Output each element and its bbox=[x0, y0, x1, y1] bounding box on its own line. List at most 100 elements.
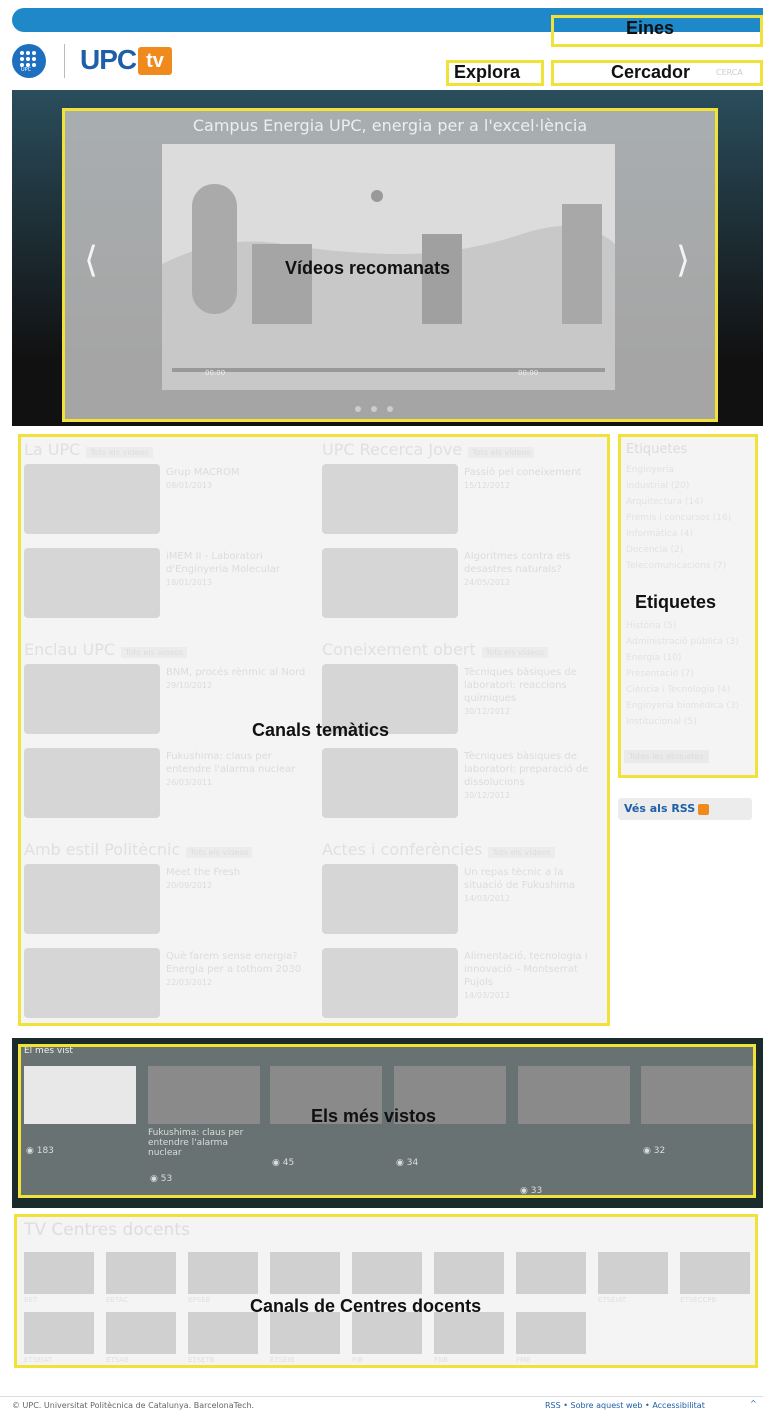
carousel-dots[interactable] bbox=[355, 406, 393, 412]
tag-item[interactable]: Presentació (7) bbox=[626, 666, 739, 682]
centre-thumbnail[interactable] bbox=[516, 1252, 586, 1294]
tag-item[interactable]: Premis i concursos (16) bbox=[626, 510, 739, 526]
channel-title[interactable]: UPC Recerca Jove Tots els vídeos bbox=[322, 440, 535, 459]
video-item[interactable]: Tècniques bàsiques de laboratori: prepar… bbox=[464, 750, 604, 802]
centre-thumbnail[interactable] bbox=[680, 1252, 750, 1294]
centre-thumbnail[interactable] bbox=[434, 1252, 504, 1294]
channel-title[interactable]: Amb estil Politècnic Tots els vídeos bbox=[24, 840, 253, 859]
centre-code[interactable]: FNB bbox=[434, 1356, 448, 1364]
centre-code[interactable]: ETSEIB bbox=[270, 1356, 294, 1364]
rss-icon bbox=[698, 803, 710, 815]
channel-title[interactable]: Enclau UPC Tots els vídeos bbox=[24, 640, 188, 659]
tag-item[interactable]: Energia (10) bbox=[626, 650, 739, 666]
centre-thumbnail[interactable] bbox=[24, 1252, 94, 1294]
all-tags-button[interactable]: Totes les etiquetes bbox=[624, 750, 709, 763]
video-item[interactable]: Un repas tècnic a la situació de Fukushi… bbox=[464, 866, 604, 905]
carousel-next-button[interactable]: ⟩ bbox=[676, 240, 690, 281]
video-item[interactable]: Algoritmes contra els desastres naturals… bbox=[464, 550, 604, 589]
centre-thumbnail[interactable] bbox=[188, 1252, 258, 1294]
centre-thumbnail[interactable] bbox=[352, 1252, 422, 1294]
scroll-top-icon[interactable]: ^ bbox=[750, 1399, 757, 1408]
centre-thumbnail[interactable] bbox=[598, 1252, 668, 1294]
most-seen-title: El més vist bbox=[24, 1046, 73, 1056]
centre-thumbnail[interactable] bbox=[106, 1312, 176, 1354]
view-count: ◉ 33 bbox=[520, 1186, 543, 1196]
centre-thumbnail[interactable] bbox=[270, 1312, 340, 1354]
logo-separator bbox=[64, 44, 65, 78]
video-item[interactable]: Grup MACROM 08/01/2013 bbox=[166, 466, 306, 492]
centre-thumbnail[interactable] bbox=[434, 1312, 504, 1354]
centre-code[interactable]: ETSETB bbox=[188, 1356, 215, 1364]
centre-code[interactable]: FIB bbox=[352, 1356, 363, 1364]
tag-item[interactable]: Institucional (5) bbox=[626, 714, 739, 730]
video-item[interactable]: iMEM II - Laboratori d'Enginyeria Molecu… bbox=[166, 550, 306, 589]
tag-item[interactable]: Ciència i Tecnologia (4) bbox=[626, 682, 739, 698]
centre-code[interactable]: ETSAB bbox=[106, 1356, 129, 1364]
view-count: ◉ 183 bbox=[26, 1146, 54, 1156]
video-item[interactable]: Fukushima: claus per entendre l'alarma n… bbox=[166, 750, 306, 789]
video-item[interactable]: Què farem sense energia? Energia per a t… bbox=[166, 950, 306, 989]
centre-thumbnail[interactable] bbox=[188, 1312, 258, 1354]
video-thumbnail[interactable] bbox=[24, 548, 160, 618]
tag-item[interactable]: Enginyeria biomèdica (3) bbox=[626, 698, 739, 714]
centre-code[interactable]: ETSEIAT bbox=[598, 1296, 626, 1304]
footer-links[interactable]: RSS • Sobre aquest web • Accessibilitat bbox=[545, 1401, 705, 1410]
channel-title[interactable]: Actes i conferències Tots els vídeos bbox=[322, 840, 555, 859]
tv-logo-badge[interactable]: tv bbox=[138, 47, 172, 75]
most-seen-thumbnail[interactable] bbox=[641, 1066, 753, 1124]
channel-title[interactable]: Coneixement obert Tots els vídeos bbox=[322, 640, 548, 659]
centre-thumbnail[interactable] bbox=[270, 1252, 340, 1294]
centre-code[interactable]: EPSEB bbox=[188, 1296, 210, 1304]
most-seen-thumbnail[interactable] bbox=[148, 1066, 260, 1124]
video-item[interactable]: BNM, procés rènmic al Nord 29/10/2012 bbox=[166, 666, 306, 692]
player-time-right: 00:00 bbox=[518, 369, 539, 377]
centre-code[interactable]: FME bbox=[516, 1356, 531, 1364]
centre-code[interactable]: ETSEIAT bbox=[24, 1356, 52, 1364]
video-thumbnail[interactable] bbox=[322, 748, 458, 818]
most-seen-thumbnail[interactable] bbox=[518, 1066, 630, 1124]
centre-code[interactable]: EETAC bbox=[106, 1296, 128, 1304]
most-seen-thumbnail[interactable] bbox=[24, 1066, 136, 1124]
video-thumbnail[interactable] bbox=[24, 748, 160, 818]
video-item[interactable]: Meet the Fresh 20/09/2012 bbox=[166, 866, 306, 892]
upc-seal-logo[interactable]: UPC bbox=[12, 44, 46, 78]
carousel-prev-button[interactable]: ⟨ bbox=[84, 240, 98, 281]
video-item[interactable]: Alimentació, tecnologia i innovació – Mo… bbox=[464, 950, 604, 1002]
video-thumbnail[interactable] bbox=[322, 864, 458, 934]
rss-button[interactable]: Vés als RSS bbox=[618, 798, 752, 820]
video-thumbnail[interactable] bbox=[24, 864, 160, 934]
view-count: ◉ 34 bbox=[396, 1158, 419, 1168]
centre-thumbnail[interactable] bbox=[516, 1312, 586, 1354]
video-thumbnail[interactable] bbox=[322, 464, 458, 534]
centre-thumbnail[interactable] bbox=[352, 1312, 422, 1354]
video-thumbnail[interactable] bbox=[24, 664, 160, 734]
centre-code[interactable]: ETSECCPB bbox=[680, 1296, 716, 1304]
video-thumbnail[interactable] bbox=[24, 464, 160, 534]
upctv-logo[interactable]: UPC bbox=[80, 44, 137, 76]
tags-title: Etiquetes bbox=[626, 442, 688, 457]
tag-item[interactable]: Informàtica (4) bbox=[626, 526, 739, 542]
videos-label: Vídeos recomanats bbox=[285, 258, 451, 278]
video-thumbnail[interactable] bbox=[322, 948, 458, 1018]
view-count: ◉ 45 bbox=[272, 1158, 295, 1168]
centre-code[interactable]: EET bbox=[24, 1296, 37, 1304]
channel-title[interactable]: La UPC Tots els vídeos bbox=[24, 440, 153, 459]
video-item[interactable]: Passió pel coneixement 15/12/2012 bbox=[464, 466, 604, 492]
tag-item[interactable]: Telecomunicacions (7) bbox=[626, 558, 739, 574]
eines-label: Eines bbox=[626, 18, 675, 38]
video-thumbnail[interactable] bbox=[24, 948, 160, 1018]
video-thumbnail[interactable] bbox=[322, 548, 458, 618]
centre-thumbnail[interactable] bbox=[106, 1252, 176, 1294]
search-button[interactable]: CERCA bbox=[716, 68, 743, 77]
tag-item[interactable]: Enginyeria bbox=[626, 462, 739, 478]
tag-item[interactable]: Història (5) bbox=[626, 618, 739, 634]
centre-thumbnail[interactable] bbox=[24, 1312, 94, 1354]
most-seen-item-title[interactable]: Fukushima: claus per entendre l'alarma n… bbox=[148, 1128, 260, 1158]
tag-item[interactable]: industrial (20) bbox=[626, 478, 739, 494]
rss-label: Vés als RSS bbox=[624, 802, 696, 815]
tag-item[interactable]: Administració pública (3) bbox=[626, 634, 739, 650]
tag-item[interactable]: Arquitectura (14) bbox=[626, 494, 739, 510]
tag-item[interactable]: Docència (2) bbox=[626, 542, 739, 558]
hero-title[interactable]: Campus Energia UPC, energia per a l'exce… bbox=[62, 116, 718, 135]
video-item[interactable]: Tècniques bàsiques de laboratori: reacci… bbox=[464, 666, 604, 718]
